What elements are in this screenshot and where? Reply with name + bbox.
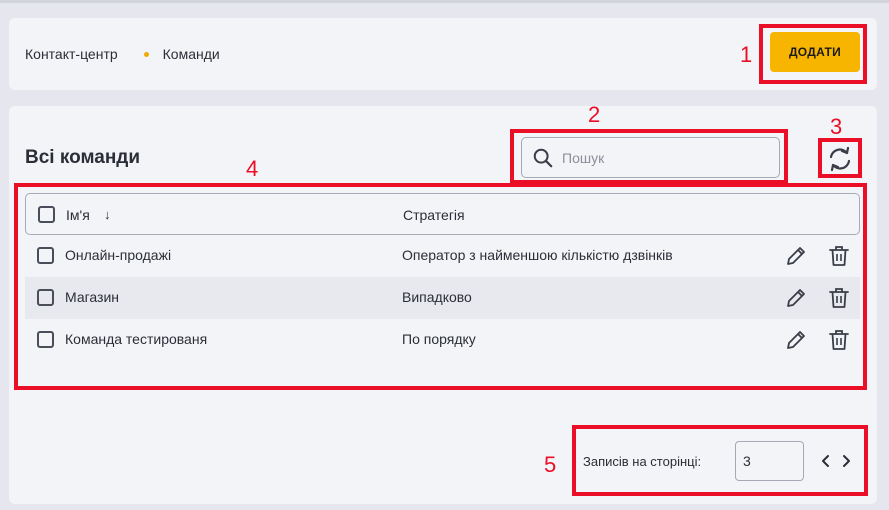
page-title: Всі команди [25,147,141,168]
annotation-box-3 [818,138,862,178]
annotation-box-4 [14,183,867,390]
breadcrumb-root[interactable]: Контакт-центр [25,46,118,62]
annotation-number-3: 3 [830,114,843,139]
annotation-number-4: 4 [246,156,259,181]
annotation-box-2 [510,129,788,184]
annotation-number-2: 2 [588,102,601,127]
breadcrumb-current: Команди [162,46,220,62]
annotation-number-1: 1 [740,42,753,67]
top-divider [0,0,889,3]
breadcrumb: Контакт-центр Команди [25,46,220,62]
annotation-number-5: 5 [544,452,557,477]
annotation-box-5 [572,425,868,496]
breadcrumb-separator [143,51,149,57]
annotation-box-1 [759,24,867,84]
